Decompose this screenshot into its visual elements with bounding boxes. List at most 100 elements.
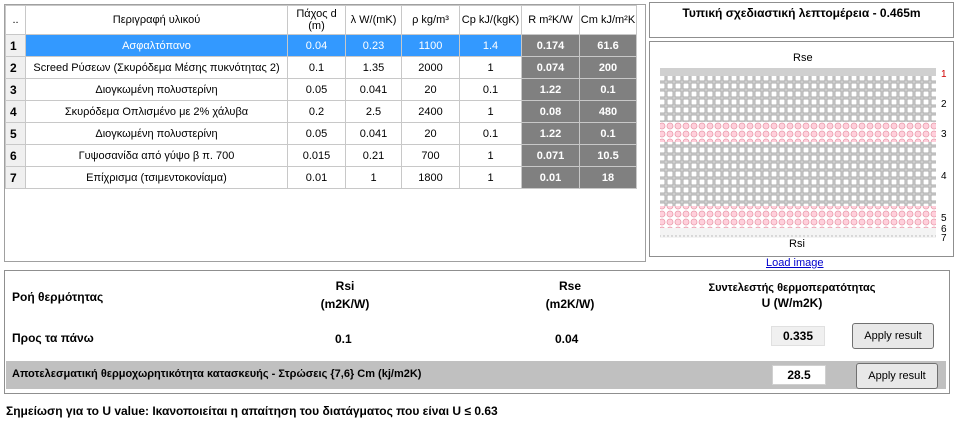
cell-desc[interactable]: Διογκωμένη πολυστερίνη — [25, 78, 288, 101]
cell-d[interactable]: 0.05 — [287, 78, 346, 101]
cell-desc[interactable]: Σκυρόδεμα Οπλισμένο με 2% χάλυβα — [25, 100, 288, 123]
cell-cp[interactable]: 1 — [459, 100, 522, 123]
apply-cm-result-button[interactable]: Apply result — [856, 363, 938, 389]
cell-r: 0.01 — [521, 166, 580, 189]
cell-cp[interactable]: 0.1 — [459, 78, 522, 101]
cell-lambda[interactable]: 0.041 — [345, 122, 402, 145]
cell-lambda[interactable]: 2.5 — [345, 100, 402, 123]
cell-lambda[interactable]: 1.35 — [345, 56, 402, 79]
rsi-label: Rsi — [789, 238, 805, 250]
cell-r: 0.071 — [521, 144, 580, 167]
cell-d[interactable]: 0.1 — [287, 56, 346, 79]
layer-number-4: 4 — [941, 171, 947, 182]
cell-desc[interactable]: Διογκωμένη πολυστερίνη — [25, 122, 288, 145]
cell-cm: 0.1 — [579, 122, 637, 145]
cell-cm: 18 — [579, 166, 637, 189]
cell-d[interactable]: 0.2 — [287, 100, 346, 123]
heat-flow-label: Ροή θερμότητας — [12, 290, 104, 304]
cell-num: 3 — [5, 78, 26, 101]
cell-rho[interactable]: 2400 — [401, 100, 460, 123]
cell-cp[interactable]: 1 — [459, 56, 522, 79]
cell-num: 2 — [5, 56, 26, 79]
cell-r: 1.22 — [521, 122, 580, 145]
layer-number-3: 3 — [941, 129, 947, 140]
table-row[interactable]: 3 Διογκωμένη πολυστερίνη 0.05 0.041 20 0.1 1.2… — [5, 78, 637, 101]
layer-number-5: 5 — [941, 213, 947, 224]
rse-header-unit: (m2K/W) — [545, 297, 595, 311]
cell-r: 0.08 — [521, 100, 580, 123]
table-header-row: .. Περιγραφή υλικού Πάχος d (m) λ W/(mK)… — [5, 5, 637, 35]
cell-r: 0.074 — [521, 56, 580, 79]
cell-cm: 480 — [579, 100, 637, 123]
u-header: Συντελεστής θερμοπερατότητας — [708, 282, 876, 294]
cell-rho[interactable]: 1800 — [401, 166, 460, 189]
cell-d[interactable]: 0.01 — [287, 166, 346, 189]
header-description[interactable]: Περιγραφή υλικού — [25, 5, 288, 35]
thermal-capacity-label: Αποτελεσματική θερμοχωρητικότητα κατασκε… — [12, 368, 422, 380]
layer-number-7: 7 — [941, 233, 947, 244]
header-density[interactable]: ρ kg/m³ — [401, 5, 460, 35]
table-row[interactable]: 1 Ασφαλτόπανο 0.04 0.23 1100 1.4 0.174 61.6 — [5, 34, 637, 57]
cell-rho[interactable]: 20 — [401, 78, 460, 101]
cell-cm: 0.1 — [579, 78, 637, 101]
cell-d[interactable]: 0.05 — [287, 122, 346, 145]
table-row[interactable]: 2 Screed Ρύσεων (Σκυρόδεμα Μέσης πυκνότητ… — [5, 56, 637, 79]
cell-cp[interactable]: 1.4 — [459, 34, 522, 57]
cell-rho[interactable]: 1100 — [401, 34, 460, 57]
cell-r: 0.174 — [521, 34, 580, 57]
cell-rho[interactable]: 20 — [401, 122, 460, 145]
header-r[interactable]: R m²K/W — [521, 5, 580, 35]
thermal-capacity-bar: Αποτελεσματική θερμοχωρητικότητα κατασκε… — [6, 361, 946, 389]
rse-header: Rse — [558, 279, 581, 293]
cell-num: 5 — [5, 122, 26, 145]
table-row[interactable]: 4 Σκυρόδεμα Οπλισμένο με 2% χάλυβα 0.2 2.5 2… — [5, 100, 637, 123]
cell-lambda[interactable]: 0.041 — [345, 78, 402, 101]
cell-cp[interactable]: 1 — [459, 166, 522, 189]
layers-table[interactable]: .. Περιγραφή υλικού Πάχος d (m) λ W/(mK)… — [4, 4, 646, 262]
layer-3-polystyrene — [660, 122, 936, 142]
header-thickness[interactable]: Πάχος d (m) — [287, 5, 346, 35]
cell-cm: 200 — [579, 56, 637, 79]
rse-value: 0.04 — [555, 332, 579, 346]
cell-desc[interactable]: Screed Ρύσεων (Σκυρόδεμα Μέσης πυκνότητα… — [25, 56, 288, 79]
cell-desc[interactable]: Γυψοσανίδα από γύψο β π. 700 — [25, 144, 288, 167]
cell-num: 6 — [5, 144, 26, 167]
header-cp[interactable]: Cp kJ/(kgK) — [459, 5, 522, 35]
section-detail-image: Rse Rsi 1 2 3 4 5 6 7 — [649, 41, 954, 257]
apply-u-result-button[interactable]: Apply result — [852, 323, 934, 349]
heat-flow-direction: Προς τα πάνω — [12, 331, 94, 345]
cell-cp[interactable]: 0.1 — [459, 122, 522, 145]
header-num: .. — [5, 5, 26, 35]
u-value-note: Σημείωση για το U value: Ικανοποιείται η… — [6, 404, 498, 418]
cell-desc[interactable]: Επίχρισμα (τσιμεντοκονίαμα) — [25, 166, 288, 189]
table-row[interactable]: 6 Γυψοσανίδα από γύψο β π. 700 0.015 0.21 70… — [5, 144, 637, 167]
header-lambda[interactable]: λ W/(mK) — [345, 5, 402, 35]
cell-d[interactable]: 0.04 — [287, 34, 346, 57]
cell-lambda[interactable]: 0.21 — [345, 144, 402, 167]
cell-num: 1 — [5, 34, 26, 57]
rse-label: Rse — [793, 52, 813, 64]
table-row[interactable]: 5 Διογκωμένη πολυστερίνη 0.05 0.041 20 0.1 1.2… — [5, 122, 637, 145]
cell-cm: 61.6 — [579, 34, 637, 57]
cell-cm: 10.5 — [579, 144, 637, 167]
header-cm[interactable]: Cm kJ/m²K — [579, 5, 637, 35]
cell-rho[interactable]: 2000 — [401, 56, 460, 79]
results-panel: Ροή θερμότητας Rsi (m2K/W) Rse (m2K/W) Σ… — [4, 270, 950, 394]
layer-5-polystyrene — [660, 206, 936, 228]
layer-number-2: 2 — [941, 99, 947, 110]
layer-6-gypsum — [660, 228, 936, 234]
cell-rho[interactable]: 700 — [401, 144, 460, 167]
load-image-link[interactable]: Load image — [766, 257, 824, 269]
layer-2-screed — [660, 76, 936, 122]
layer-4-concrete — [660, 142, 936, 206]
cell-lambda[interactable]: 0.23 — [345, 34, 402, 57]
cell-num: 4 — [5, 100, 26, 123]
rsi-header: Rsi — [335, 279, 355, 293]
cell-lambda[interactable]: 1 — [345, 166, 402, 189]
cell-desc[interactable]: Ασφαλτόπανο — [25, 34, 288, 57]
rsi-value: 0.1 — [335, 332, 352, 346]
table-row[interactable]: 7 Επίχρισμα (τσιμεντοκονίαμα) 0.01 1 1800 1 0.… — [5, 166, 637, 189]
cell-cp[interactable]: 1 — [459, 144, 522, 167]
cell-d[interactable]: 0.015 — [287, 144, 346, 167]
u-header-unit: U (W/m2K) — [761, 296, 823, 310]
